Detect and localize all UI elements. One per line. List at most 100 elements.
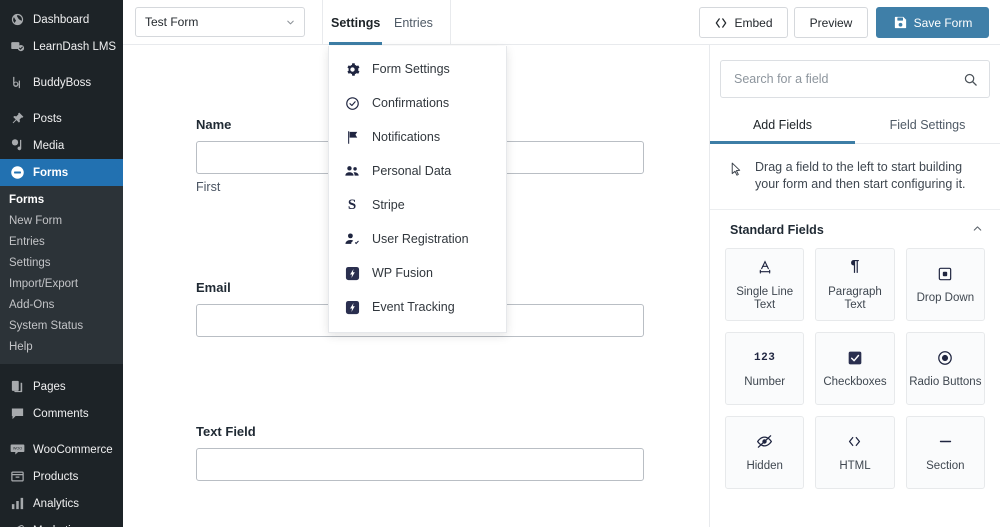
embed-button-label: Embed: [734, 15, 773, 30]
field-card-html[interactable]: HTML: [815, 416, 895, 489]
field-card-single-line-text[interactable]: Single Line Text: [725, 248, 805, 321]
tab-entries-label: Entries: [394, 15, 433, 30]
submenu-item-new-form[interactable]: New Form: [0, 211, 123, 232]
tab-settings-label: Settings: [331, 15, 381, 30]
gravity-forms-editor-screen: Dashboard LearnDash LMS BuddyBoss Posts: [0, 0, 1000, 527]
field-card-checkboxes[interactable]: Checkboxes: [815, 332, 895, 405]
drop-down-icon: [937, 264, 953, 283]
sidebar-item-dashboard[interactable]: Dashboard: [0, 6, 123, 33]
field-search-box[interactable]: [720, 60, 990, 98]
forms-icon: [9, 164, 26, 181]
checkbox-icon: [847, 348, 863, 367]
embed-button[interactable]: Embed: [699, 7, 788, 38]
sidebar-item-comments[interactable]: Comments: [0, 400, 123, 427]
tab-field-settings[interactable]: Field Settings: [855, 112, 1000, 143]
submenu-item-add-ons[interactable]: Add-Ons: [0, 295, 123, 316]
wp-admin-sidebar: Dashboard LearnDash LMS BuddyBoss Posts: [0, 0, 123, 527]
tab-add-fields[interactable]: Add Fields: [710, 112, 855, 144]
sidebar-divider: [0, 60, 123, 69]
submenu-item-system-status[interactable]: System Status: [0, 316, 123, 337]
woocommerce-icon: WOO: [9, 441, 26, 458]
menu-item-label: Stripe: [372, 198, 405, 212]
field-card-label: Paragraph Text: [828, 285, 882, 311]
menu-item-wp-fusion[interactable]: WP Fusion: [329, 256, 506, 290]
search-input[interactable]: [732, 71, 963, 87]
field-input-text[interactable]: [196, 448, 644, 481]
sidebar-item-media[interactable]: Media: [0, 132, 123, 159]
comments-icon: [9, 405, 26, 422]
sidebar-item-label: Media: [33, 139, 65, 152]
menu-item-personal-data[interactable]: Personal Data: [329, 154, 506, 188]
sidebar-divider: [0, 427, 123, 436]
pages-icon: [9, 378, 26, 395]
field-card-label: Checkboxes: [823, 376, 887, 388]
sidebar-item-label: Posts: [33, 112, 62, 125]
learndash-icon: [9, 38, 26, 55]
sidebar-item-products[interactable]: Products: [0, 463, 123, 490]
submenu-item-forms[interactable]: Forms: [0, 190, 123, 211]
menu-item-label: Personal Data: [372, 164, 452, 178]
field-label: Text Field: [196, 424, 256, 439]
pin-icon: [9, 110, 26, 127]
submenu-item-entries[interactable]: Entries: [0, 232, 123, 253]
gear-icon: [342, 62, 362, 77]
standard-fields-section-header[interactable]: Standard Fields: [710, 210, 1000, 248]
panel-tabs: Add Fields Field Settings: [710, 112, 1000, 144]
toolbar-divider: [322, 0, 323, 45]
sidebar-divider: [0, 96, 123, 105]
menu-item-notifications[interactable]: Notifications: [329, 120, 506, 154]
submenu-item-import-export[interactable]: Import/Export: [0, 274, 123, 295]
dashboard-icon: [9, 11, 26, 28]
menu-item-label: Form Settings: [372, 62, 450, 76]
buddyboss-icon: [9, 74, 26, 91]
field-card-label: Section: [926, 460, 965, 472]
tab-field-settings-label: Field Settings: [889, 118, 966, 132]
field-card-radio-buttons[interactable]: Radio Buttons: [905, 332, 985, 405]
menu-item-stripe[interactable]: S Stripe: [329, 188, 506, 222]
sidebar-item-label: Pages: [33, 380, 66, 393]
search-icon[interactable]: [963, 72, 978, 87]
sidebar-item-marketing[interactable]: Marketing: [0, 517, 123, 527]
tab-settings[interactable]: Settings: [329, 0, 383, 45]
form-switcher-dropdown[interactable]: Test Form: [135, 7, 305, 37]
sidebar-item-pages[interactable]: Pages: [0, 373, 123, 400]
hidden-eye-icon: [756, 432, 773, 451]
menu-item-event-tracking[interactable]: Event Tracking: [329, 290, 506, 324]
sidebar-item-label: LearnDash LMS: [33, 40, 117, 53]
sidebar-item-forms[interactable]: Forms: [0, 159, 123, 186]
chevron-up-icon[interactable]: [971, 222, 984, 238]
sidebar-item-woocommerce[interactable]: WOO WooCommerce: [0, 436, 123, 463]
html-icon: [846, 432, 863, 451]
menu-item-user-registration[interactable]: User Registration: [329, 222, 506, 256]
wp-fusion-icon: [342, 266, 362, 281]
code-icon: [714, 16, 728, 30]
analytics-icon: [9, 495, 26, 512]
field-card-number[interactable]: 123 Number: [725, 332, 805, 405]
field-card-hidden[interactable]: Hidden: [725, 416, 805, 489]
sidebar-item-buddyboss[interactable]: BuddyBoss: [0, 69, 123, 96]
sidebar-item-label: WooCommerce: [33, 443, 113, 456]
tab-entries[interactable]: Entries: [392, 0, 435, 45]
field-card-section[interactable]: Section: [905, 416, 985, 489]
menu-item-form-settings[interactable]: Form Settings: [329, 52, 506, 86]
submenu-item-help[interactable]: Help: [0, 337, 123, 358]
sidebar-item-label: BuddyBoss: [33, 76, 92, 89]
stripe-icon: S: [347, 196, 357, 213]
field-card-label: Single Line Text: [736, 285, 794, 311]
field-library-panel: Add Fields Field Settings Drag a field t…: [709, 45, 1000, 527]
sidebar-divider: [0, 364, 123, 373]
menu-item-confirmations[interactable]: Confirmations: [329, 86, 506, 120]
sidebar-item-posts[interactable]: Posts: [0, 105, 123, 132]
submenu-item-settings[interactable]: Settings: [0, 253, 123, 274]
field-card-drop-down[interactable]: Drop Down: [905, 248, 985, 321]
menu-item-label: Notifications: [372, 130, 441, 144]
sidebar-item-learndash-lms[interactable]: LearnDash LMS: [0, 33, 123, 60]
form-field-text[interactable]: Text Field: [196, 424, 644, 481]
sidebar-item-analytics[interactable]: Analytics: [0, 490, 123, 517]
save-form-button-label: Save Form: [913, 15, 973, 30]
save-form-button[interactable]: Save Form: [876, 7, 989, 38]
editor-toolbar: Test Form Settings Entries Embed Preview: [123, 0, 1000, 45]
preview-button[interactable]: Preview: [794, 7, 868, 38]
marketing-icon: [9, 522, 26, 527]
field-card-paragraph-text[interactable]: ¶ Paragraph Text: [815, 248, 895, 321]
